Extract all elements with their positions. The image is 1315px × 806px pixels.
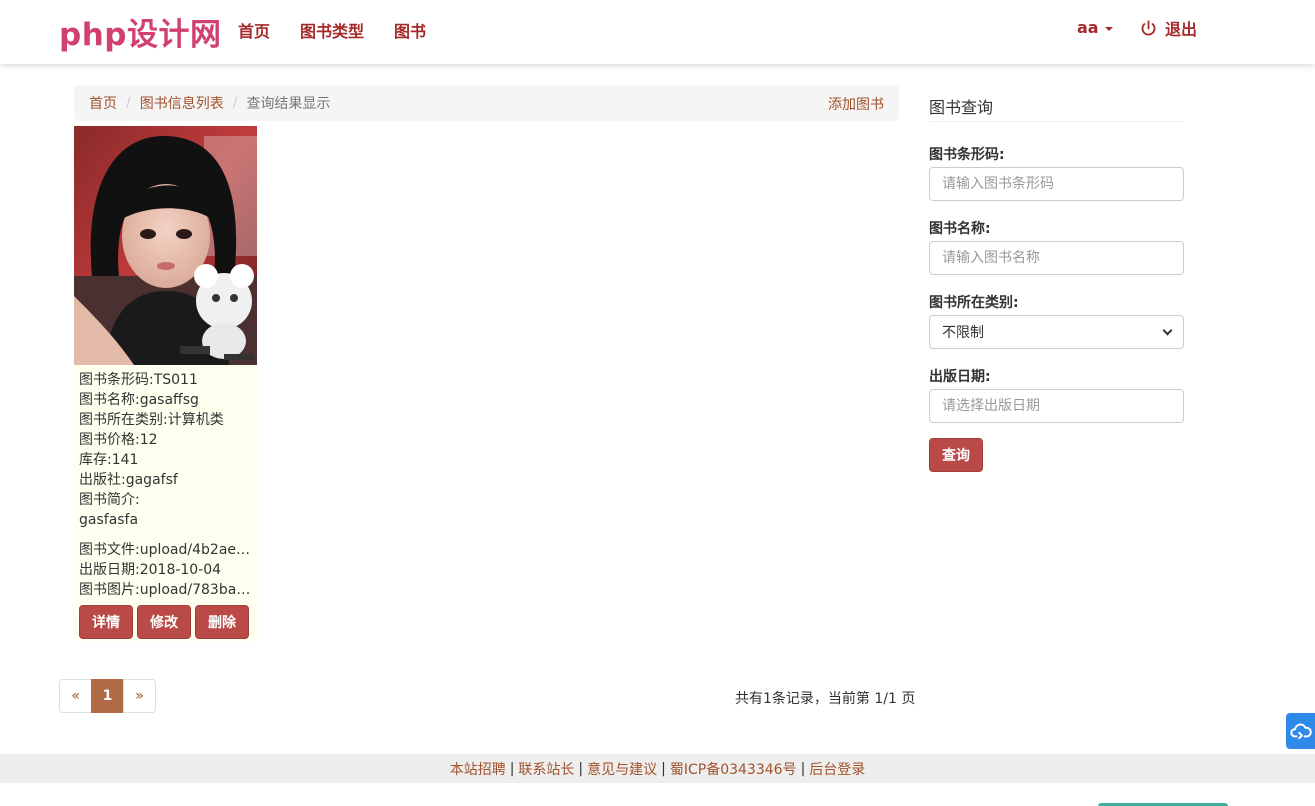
nav-books[interactable]: 图书 bbox=[394, 18, 426, 42]
query-panel-divider bbox=[929, 121, 1184, 122]
book-price: 图书价格:12 bbox=[79, 432, 158, 448]
user-menu[interactable]: aa bbox=[1077, 18, 1113, 37]
user-name: aa bbox=[1077, 18, 1099, 37]
navbar: php设计网 首页 图书类型 图书 aa 退出 bbox=[0, 0, 1315, 64]
breadcrumb-separator: / bbox=[126, 95, 131, 111]
barcode-label: 图书条形码: bbox=[929, 147, 1005, 163]
book-stock: 库存:141 bbox=[79, 452, 139, 468]
detail-button[interactable]: 详情 bbox=[79, 605, 133, 639]
breadcrumb: 首页 / 图书信息列表 / 查询结果显示 添加图书 bbox=[74, 85, 899, 121]
nav-book-types[interactable]: 图书类型 bbox=[300, 18, 364, 42]
nav-home[interactable]: 首页 bbox=[238, 18, 270, 42]
pagination: « 1 » bbox=[59, 679, 156, 713]
name-label: 图书名称: bbox=[929, 221, 991, 237]
site-brand[interactable]: php设计网 bbox=[59, 9, 221, 54]
edit-button[interactable]: 修改 bbox=[137, 605, 191, 639]
pub-date-input[interactable] bbox=[929, 389, 1184, 423]
book-info: 图书条形码:TS011 图书名称:gasaffsg 图书所在类别:计算机类 图书… bbox=[74, 365, 257, 600]
barcode-input[interactable] bbox=[929, 167, 1184, 201]
query-panel-title: 图书查询 bbox=[929, 98, 994, 117]
footer-jobs[interactable]: 本站招聘 bbox=[450, 759, 506, 779]
footer-contact[interactable]: 联系站长 bbox=[518, 759, 574, 779]
book-image-path: 图书图片:upload/783ba8... bbox=[79, 582, 252, 598]
breadcrumb-separator: / bbox=[232, 95, 238, 111]
delete-button[interactable]: 删除 bbox=[195, 605, 249, 639]
category-select[interactable]: 不限制 bbox=[929, 315, 1184, 349]
book-name: 图书名称:gasaffsg bbox=[79, 392, 199, 408]
logout-link[interactable]: 退出 bbox=[1140, 16, 1197, 40]
page-next[interactable]: » bbox=[123, 679, 156, 713]
footer-admin-login[interactable]: 后台登录 bbox=[809, 759, 865, 779]
page-current[interactable]: 1 bbox=[91, 679, 124, 713]
page-prev[interactable]: « bbox=[59, 679, 92, 713]
power-icon bbox=[1141, 19, 1156, 35]
book-barcode: 图书条形码:TS011 bbox=[79, 372, 198, 388]
book-category: 图书所在类别:计算机类 bbox=[79, 412, 224, 428]
cloud-widget[interactable] bbox=[1286, 713, 1315, 749]
logout-label: 退出 bbox=[1165, 20, 1198, 39]
book-intro-label: 图书简介: bbox=[79, 492, 140, 508]
book-pub-date: 出版日期:2018-10-04 bbox=[79, 562, 222, 578]
footer-feedback[interactable]: 意见与建议 bbox=[587, 759, 657, 779]
book-publisher: 出版社:gagafsf bbox=[79, 472, 178, 488]
pub-date-label: 出版日期: bbox=[929, 369, 991, 385]
name-input[interactable] bbox=[929, 241, 1184, 275]
query-button[interactable]: 查询 bbox=[929, 438, 983, 472]
chevron-down-icon bbox=[1162, 325, 1173, 335]
book-intro: gasfasfa bbox=[79, 512, 139, 528]
page-summary: 共有1条记录，当前第 1/1 页 bbox=[735, 691, 916, 707]
cloud-icon bbox=[1289, 723, 1312, 740]
book-actions: 详情 修改 删除 bbox=[79, 605, 249, 639]
book-cover-image[interactable] bbox=[74, 126, 257, 365]
footer-icp[interactable]: 蜀ICP备0343346号 bbox=[670, 759, 797, 779]
caret-down-icon bbox=[1104, 26, 1113, 31]
book-card: 图书条形码:TS011 图书名称:gasaffsg 图书所在类别:计算机类 图书… bbox=[74, 126, 257, 641]
book-file: 图书文件:upload/4b2ae8... bbox=[79, 542, 252, 558]
add-book-link[interactable]: 添加图书 bbox=[828, 94, 884, 114]
breadcrumb-current: 查询结果显示 bbox=[246, 96, 331, 112]
category-selected: 不限制 bbox=[942, 325, 984, 341]
breadcrumb-book-list[interactable]: 图书信息列表 bbox=[140, 93, 224, 113]
footer: 本站招聘 | 联系站长 | 意见与建议 | 蜀ICP备0343346号 | 后台… bbox=[0, 754, 1315, 783]
breadcrumb-home[interactable]: 首页 bbox=[89, 93, 117, 113]
category-label: 图书所在类别: bbox=[929, 295, 1019, 311]
